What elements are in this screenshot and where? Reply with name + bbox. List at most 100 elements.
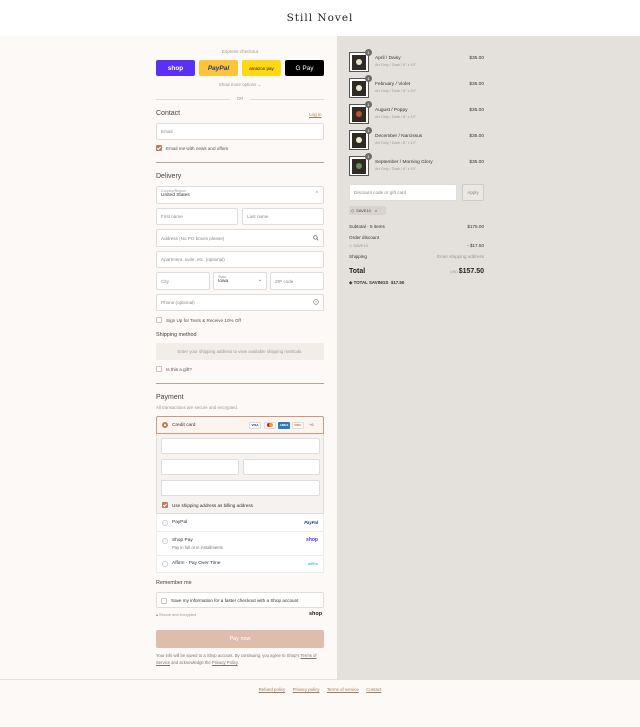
privacy-policy-link[interactable]: Privacy policy <box>293 687 320 692</box>
remember-box: Save my information for a faster checkou… <box>156 592 324 608</box>
save-info-label: Save my information for a faster checkou… <box>171 598 299 603</box>
order-discount-label: Order discount <box>349 235 380 240</box>
apartment-input[interactable] <box>161 257 323 262</box>
discount-amount: - $17.50 <box>467 243 484 248</box>
lock-icon: 🔒︎ <box>156 613 159 617</box>
state-select[interactable]: State Iowa ⌄ <box>213 272 267 290</box>
country-value: United States <box>161 193 190 198</box>
last-name-input[interactable] <box>247 214 323 219</box>
country-select[interactable]: Country/Region United States ⌃ <box>156 186 324 204</box>
card-details-panel: Use shipping address as billing address <box>156 434 324 514</box>
subtotal-label: Subtotal · 5 items <box>349 224 385 229</box>
flower-icon <box>356 59 362 65</box>
order-summary <box>337 36 640 679</box>
affirm-radio[interactable] <box>162 561 168 567</box>
news-label: Email me with news and offers <box>166 146 229 151</box>
shop-pay-logo: shop <box>306 537 318 543</box>
address-field[interactable] <box>156 229 324 247</box>
divider <box>156 99 230 100</box>
card-cvv-field[interactable] <box>243 459 320 475</box>
gift-checkbox[interactable] <box>156 366 162 372</box>
zip-input[interactable] <box>275 278 323 284</box>
credit-card-option[interactable]: Credit card VISA AMEX DISC +6 <box>156 416 324 434</box>
footer-links: Refund policy Privacy policy Terms of se… <box>0 687 640 693</box>
section-divider <box>156 383 324 384</box>
brand-logo[interactable]: Still Novel <box>287 12 354 24</box>
quantity-badge: 1 <box>365 101 372 108</box>
express-checkout-title: Express checkout <box>221 49 259 54</box>
refund-policy-link[interactable]: Refund policy <box>259 687 286 692</box>
address-input[interactable] <box>161 235 323 241</box>
quantity-badge: 1 <box>365 75 372 82</box>
discount-field[interactable] <box>349 184 457 201</box>
phone-field[interactable]: ? <box>156 294 324 311</box>
secure-note: 🔒︎ Secure and encrypted <box>156 613 197 617</box>
city-input[interactable] <box>161 278 209 284</box>
card-expiry-field[interactable] <box>161 459 239 475</box>
paypal-button[interactable]: PayPal <box>199 60 238 76</box>
affirm-logo: affirm <box>308 561 318 566</box>
visa-icon: VISA <box>249 421 261 429</box>
shop-pay-subtitle: Pay in full or in installments <box>172 545 223 550</box>
sms-checkbox[interactable] <box>156 317 162 323</box>
card-name-field[interactable] <box>161 480 320 496</box>
contact-link[interactable]: Contact <box>366 687 381 692</box>
shipping-value: Enter shipping address <box>437 254 484 259</box>
last-name-field[interactable] <box>242 208 324 225</box>
login-link[interactable]: Log in <box>309 112 322 117</box>
total-label: Total <box>349 268 366 275</box>
flower-icon <box>356 137 362 143</box>
quantity-badge: 1 <box>365 127 372 134</box>
product-variant: Art Only / Dark / 8" x 10" <box>375 89 417 93</box>
paypal-option[interactable]: PayPal PayPal <box>156 514 324 532</box>
card-number-field[interactable] <box>161 438 320 454</box>
zip-field[interactable] <box>270 272 324 290</box>
shop-pay-option[interactable]: Shop Pay Pay in full or in installments … <box>156 532 324 556</box>
product-name: September / Morning Glory <box>375 160 433 165</box>
flower-icon <box>356 85 362 91</box>
affirm-option[interactable]: Affirm - Pay Over Time affirm <box>156 556 324 573</box>
total-savings: ◈ TOTAL SAVINGS $17.50 <box>349 280 405 285</box>
credit-card-radio[interactable] <box>162 422 168 428</box>
phone-input[interactable] <box>161 300 323 305</box>
quantity-badge: 1 <box>365 49 372 56</box>
paypal-radio[interactable] <box>162 520 168 526</box>
contact-title: Contact <box>156 110 181 117</box>
shipping-label: Shipping <box>349 254 367 259</box>
email-input[interactable] <box>161 129 323 134</box>
tag-icon: ◈ <box>349 280 353 285</box>
email-field[interactable] <box>156 123 324 140</box>
pay-now-button[interactable]: Pay now <box>156 630 324 648</box>
discount-code: ◇ SAVE10 <box>349 243 369 248</box>
first-name-input[interactable] <box>161 214 237 219</box>
product-variant: Art Only / Dark / 8" x 10" <box>375 141 417 145</box>
product-name: August / Poppy <box>375 108 408 113</box>
shipping-method-title: Shipping method <box>156 332 197 338</box>
google-pay-button[interactable]: G Pay <box>285 60 324 76</box>
footer: Refund policy Privacy policy Terms of se… <box>0 679 640 727</box>
paypal-label: PayPal <box>172 520 188 525</box>
city-field[interactable] <box>156 272 210 290</box>
billing-checkbox[interactable] <box>162 502 168 508</box>
first-name-field[interactable] <box>156 208 238 225</box>
help-icon[interactable]: ? <box>313 299 319 305</box>
sms-label: Sign Up for Texts & Receive 10% Off <box>166 318 241 323</box>
privacy-link[interactable]: Privacy Policy <box>212 660 238 665</box>
discount-tag: ◇ SAVE10 × <box>349 206 386 215</box>
product-variant: Art Only / Dark / 8" x 10" <box>375 63 417 67</box>
shop-pay-radio[interactable] <box>162 538 168 544</box>
discount-input[interactable] <box>354 190 456 195</box>
chevron-up-icon: ⌃ <box>314 191 319 197</box>
show-more-options-link[interactable]: Show more options ⌄ <box>156 82 324 88</box>
payment-title: Payment <box>156 394 184 401</box>
save-info-checkbox[interactable] <box>161 597 167 604</box>
news-checkbox[interactable] <box>156 145 162 151</box>
apartment-field[interactable] <box>156 251 324 268</box>
amazon-pay-button[interactable]: amazon pay <box>242 60 281 76</box>
terms-of-service-link[interactable]: Terms of service <box>327 687 359 692</box>
apply-button[interactable]: Apply <box>462 184 484 201</box>
shop-pay-button[interactable]: shop <box>156 60 195 76</box>
product-price: $35.00 <box>469 56 484 61</box>
gift-label: Is this a gift? <box>166 367 192 372</box>
remove-tag-icon[interactable]: × <box>375 208 377 213</box>
